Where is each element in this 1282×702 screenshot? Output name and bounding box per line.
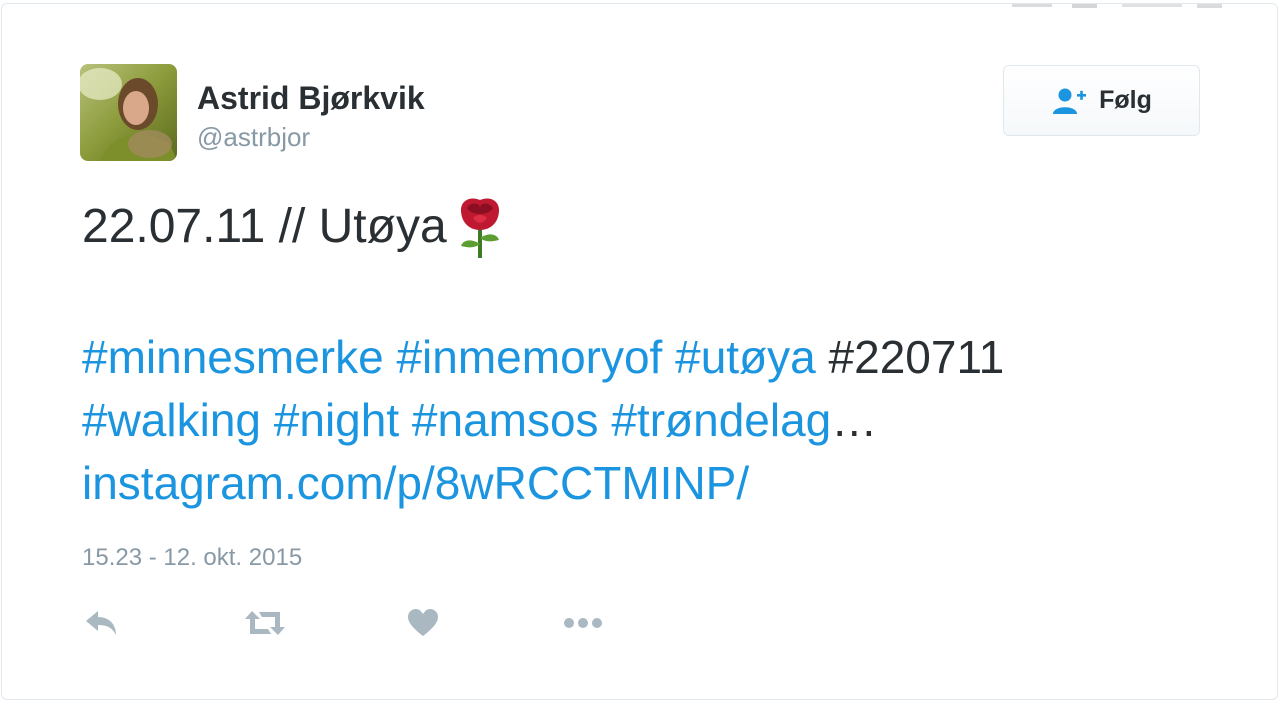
more-button[interactable]	[560, 600, 606, 646]
heart-icon	[408, 609, 438, 636]
reply-icon	[86, 611, 116, 635]
follow-label: Følg	[1099, 86, 1152, 114]
like-button[interactable]	[400, 600, 446, 646]
follow-button[interactable]: Følg	[1003, 65, 1200, 136]
hashtag-walking[interactable]: #walking	[82, 394, 261, 446]
hashtag-minnesmerke[interactable]: #minnesmerke	[82, 331, 384, 383]
top-decoration	[1012, 4, 1222, 8]
link-line: instagram.com/p/8wRCCTMINP/	[82, 452, 1182, 515]
hashtag-utoya[interactable]: #utøya	[675, 331, 816, 383]
user-add-icon	[1053, 88, 1087, 114]
hashtag-line-1: #minnesmerke #inmemoryof #utøya #220711	[82, 326, 1182, 389]
instagram-link[interactable]: instagram.com/p/8wRCCTMINP/	[82, 457, 749, 509]
tweet-first-line-text: 22.07.11 // Utøya	[82, 200, 447, 253]
tweet-timestamp[interactable]: 15.23 - 12. okt. 2015	[82, 544, 302, 572]
avatar[interactable]	[80, 64, 177, 161]
plain-text-220711: #220711	[815, 331, 1005, 383]
tweet-text-first-line: 22.07.11 // Utøya	[82, 194, 509, 260]
rose-icon	[460, 198, 499, 258]
hashtag-inmemoryof[interactable]: #inmemoryof	[396, 331, 662, 383]
hashtag-night[interactable]: #night	[274, 394, 399, 446]
user-handle[interactable]: @astrbjor	[197, 122, 310, 152]
hashtag-trondelag[interactable]: #trøndelag	[611, 394, 831, 446]
retweet-button[interactable]	[242, 600, 288, 646]
retweet-icon	[245, 611, 285, 635]
reply-button[interactable]	[78, 600, 124, 646]
tweet-text-body: #minnesmerke #inmemoryof #utøya #220711 …	[82, 326, 1182, 515]
hashtag-namsos[interactable]: #namsos	[412, 394, 599, 446]
more-icon	[564, 618, 602, 628]
hashtag-line-2: #walking #night #namsos #trøndelag…	[82, 389, 1182, 452]
ellipsis: …	[831, 394, 878, 446]
user-name[interactable]: Astrid Bjørkvik	[197, 80, 425, 116]
